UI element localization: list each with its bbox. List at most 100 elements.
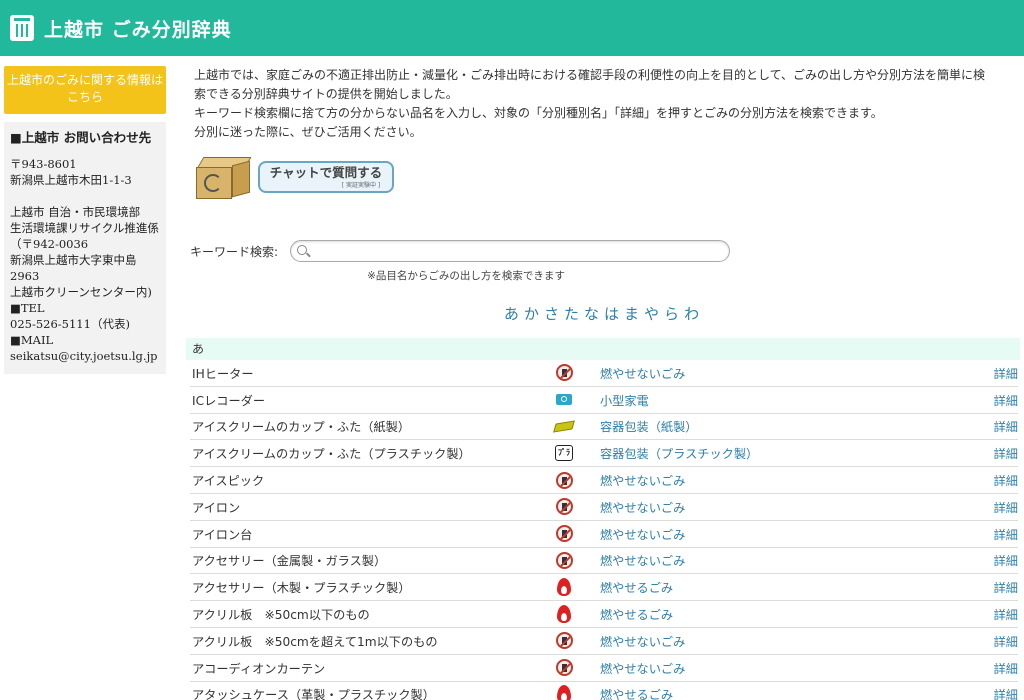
item-row: アクリル板 ※50cm以下のもの 燃やせるごみ 詳細 [190,601,1018,628]
kana-link[interactable]: た [564,305,582,323]
search-hint: ※品目名からごみの出し方を検索できます [367,270,565,282]
item-name: アイロン台 [192,527,253,542]
intro-text: 上越市では、家庭ごみの不適正排出防止・減量化・ごみ排出時における確認手段の利便性… [186,66,1020,142]
section-header: あ [186,338,1020,360]
search-row: キーワード検索: [186,240,1020,262]
item-name: アコーディオンカーテン [192,661,326,676]
category-link[interactable]: 燃やせないごみ [600,551,984,569]
contact-line: 上越市 自治・市民環境部 [10,205,141,219]
item-name: ICレコーダー [192,393,266,408]
non-burnable-icon [555,659,573,677]
sidebar: 上越市のごみに関する情報はこちら ■上越市 お問い合わせ先 〒943-8601 新… [4,66,166,374]
detail-link[interactable]: 詳細 [984,605,1018,623]
contact-line: ■TEL [10,301,45,315]
category-link[interactable]: 燃やせるごみ [600,605,984,623]
detail-link[interactable]: 詳細 [984,417,1018,435]
kana-link[interactable]: さ [544,305,562,323]
kana-link[interactable]: な [584,305,602,323]
kana-index: あかさたなはまやらわ [186,303,1020,324]
contact-line: seikatsu@city.joetsu.lg.jp [10,349,158,363]
non-burnable-icon [555,364,573,382]
detail-link[interactable]: 詳細 [984,471,1018,489]
contact-address-main: 〒943-8601 新潟県上越市木田1-1-3 [10,156,162,188]
intro-line: キーワード検索欄に捨て方の分からない品名を入力し、対象の「分別種別名」「詳細」を… [194,106,883,120]
detail-link[interactable]: 詳細 [984,685,1018,700]
chat-button-sub: [ 実証実験中 ] [341,182,381,189]
small-appliance-icon [556,394,572,406]
item-icon-cell [528,498,600,516]
category-link[interactable]: 燃やせないごみ [600,364,984,382]
contact-title: ■上越市 お問い合わせ先 [10,130,152,145]
item-icon-cell [528,578,600,597]
site-title[interactable]: 上越市 ごみ分別辞典 [44,15,232,42]
item-row: アクリル板 ※50cmを超えて1m以下のもの 燃やせないごみ 詳細 [190,628,1018,655]
trash-can-icon [10,15,34,41]
detail-link[interactable]: 詳細 [984,632,1018,650]
kana-link[interactable]: か [524,305,542,323]
item-list: IHヒーター 燃やせないごみ 詳細 ICレコーダー 小型家電 詳細 アイスクリームのカップ・… [190,360,1018,700]
detail-link[interactable]: 詳細 [984,391,1018,409]
category-link[interactable]: 燃やせないごみ [600,498,984,516]
detail-link[interactable]: 詳細 [984,551,1018,569]
item-row: アイロン台 燃やせないごみ 詳細 [190,521,1018,548]
kana-link[interactable]: ら [664,305,682,323]
site-header: 上越市 ごみ分別辞典 [0,0,1024,56]
cardboard-box-icon [194,153,254,201]
item-row: アタッシュケース（革製・プラスチック製） 燃やせるごみ 詳細 [190,682,1018,700]
detail-link[interactable]: 詳細 [984,364,1018,382]
category-link[interactable]: 容器包装（紙製） [600,417,984,435]
item-icon-cell [528,632,600,650]
item-name: アクセサリー（金属製・ガラス製） [192,554,387,569]
detail-link[interactable]: 詳細 [984,444,1018,462]
contact-box: ■上越市 お問い合わせ先 〒943-8601 新潟県上越市木田1-1-3 上越市 … [4,122,166,374]
contact-line: 生活環境課リサイクル推進係 [10,221,159,235]
item-row: アイスピック 燃やせないごみ 詳細 [190,467,1018,494]
item-row: アイスクリームのカップ・ふた（紙製） 容器包装（紙製） 詳細 [190,414,1018,441]
category-link[interactable]: 燃やせるごみ [600,578,984,596]
plastic-mark-icon: ﾌﾟﾗ [555,445,573,462]
chat-banner[interactable]: チャットで質問する [ 実証実験中 ] [194,152,1020,202]
category-link[interactable]: 容器包装（プラスチック製） [600,444,984,462]
search-input[interactable] [313,241,723,261]
item-name: アイスピック [192,474,265,489]
non-burnable-icon [555,525,573,543]
paper-container-icon [553,420,575,433]
contact-address-section: 上越市 自治・市民環境部 生活環境課リサイクル推進係 （〒942-0036 新潟県上越… [10,204,162,364]
category-link[interactable]: 小型家電 [600,391,984,409]
search-label: キーワード検索: [190,244,279,259]
kana-link[interactable]: あ [504,305,522,323]
item-icon-cell [528,659,600,677]
category-link[interactable]: 燃やせないごみ [600,632,984,650]
item-row: アクセサリー（木製・プラスチック製） 燃やせるごみ 詳細 [190,574,1018,602]
detail-link[interactable]: 詳細 [984,578,1018,596]
item-name: アクリル板 ※50cm以下のもの [192,608,370,623]
item-icon-cell [528,364,600,382]
city-garbage-info-link[interactable]: 上越市のごみに関する情報はこちら [4,66,166,114]
detail-link[interactable]: 詳細 [984,525,1018,543]
chat-button[interactable]: チャットで質問する [ 実証実験中 ] [258,161,394,193]
item-icon-cell [528,551,600,569]
item-name: アイスクリームのカップ・ふた（紙製） [192,420,411,435]
kana-link[interactable]: ま [624,305,642,323]
item-row: アイスクリームのカップ・ふた（プラスチック製） ﾌﾟﾗ 容器包装（プラスチック製）詳… [190,440,1018,468]
item-row: ICレコーダー 小型家電 詳細 [190,387,1018,414]
search-box[interactable] [290,240,730,262]
item-row: アイロン 燃やせないごみ 詳細 [190,494,1018,521]
intro-line: 分別に迷った際に、ぜひご活用ください。 [194,125,422,139]
item-name: IHヒーター [192,366,254,381]
category-link[interactable]: 燃やせるごみ [600,685,984,700]
item-icon-cell [528,394,600,406]
intro-line: 索できる分別辞典サイトの提供を開始しました。 [194,87,458,101]
item-row: IHヒーター 燃やせないごみ 詳細 [190,360,1018,387]
category-link[interactable]: 燃やせないごみ [600,659,984,677]
kana-link[interactable]: わ [684,305,702,323]
item-icon-cell [528,525,600,543]
item-name: アクリル板 ※50cmを超えて1m以下のもの [192,634,438,649]
category-link[interactable]: 燃やせないごみ [600,525,984,543]
category-link[interactable]: 燃やせないごみ [600,471,984,489]
detail-link[interactable]: 詳細 [984,659,1018,677]
detail-link[interactable]: 詳細 [984,498,1018,516]
kana-link[interactable]: は [604,305,622,323]
item-icon-cell: ﾌﾟﾗ [528,445,600,462]
kana-link[interactable]: や [644,305,662,323]
